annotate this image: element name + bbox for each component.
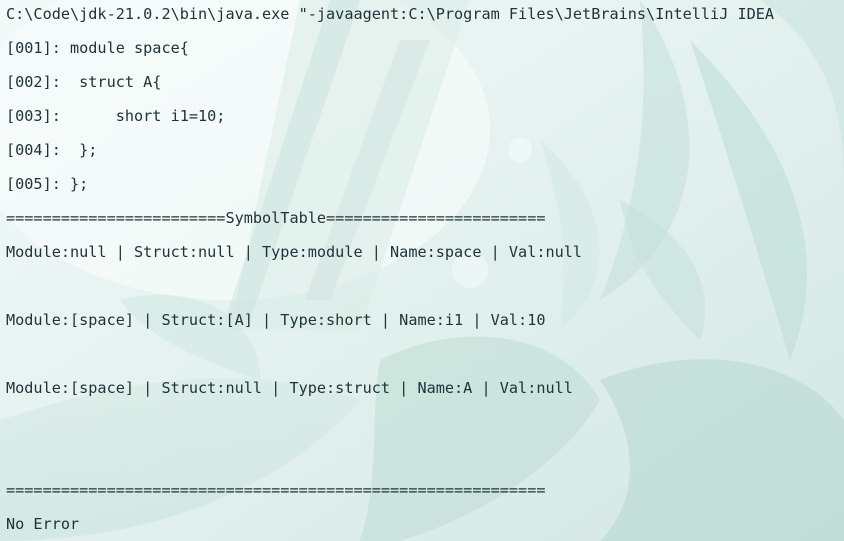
symbol-entry-3: Module:[space] | Struct:null | Type:stru… — [6, 379, 573, 397]
symbol-entry-2: Module:[space] | Struct:[A] | Type:short… — [6, 311, 546, 329]
source-line-002: [002]: struct A{ — [6, 73, 162, 91]
source-line-003: [003]: short i1=10; — [6, 107, 226, 125]
symbol-table-header: ========================SymbolTable=====… — [6, 209, 546, 227]
source-line-001: [001]: module space{ — [6, 39, 189, 57]
separator-line: ========================================… — [6, 481, 546, 499]
command-line: C:\Code\jdk-21.0.2\bin\java.exe "-javaag… — [6, 5, 775, 23]
result-status: No Error — [6, 515, 80, 533]
symbol-entry-1: Module:null | Struct:null | Type:module … — [6, 243, 583, 261]
source-line-005: [005]: }; — [6, 175, 89, 193]
console-output: C:\Code\jdk-21.0.2\bin\java.exe "-javaag… — [0, 0, 844, 541]
source-line-004: [004]: }; — [6, 141, 98, 159]
